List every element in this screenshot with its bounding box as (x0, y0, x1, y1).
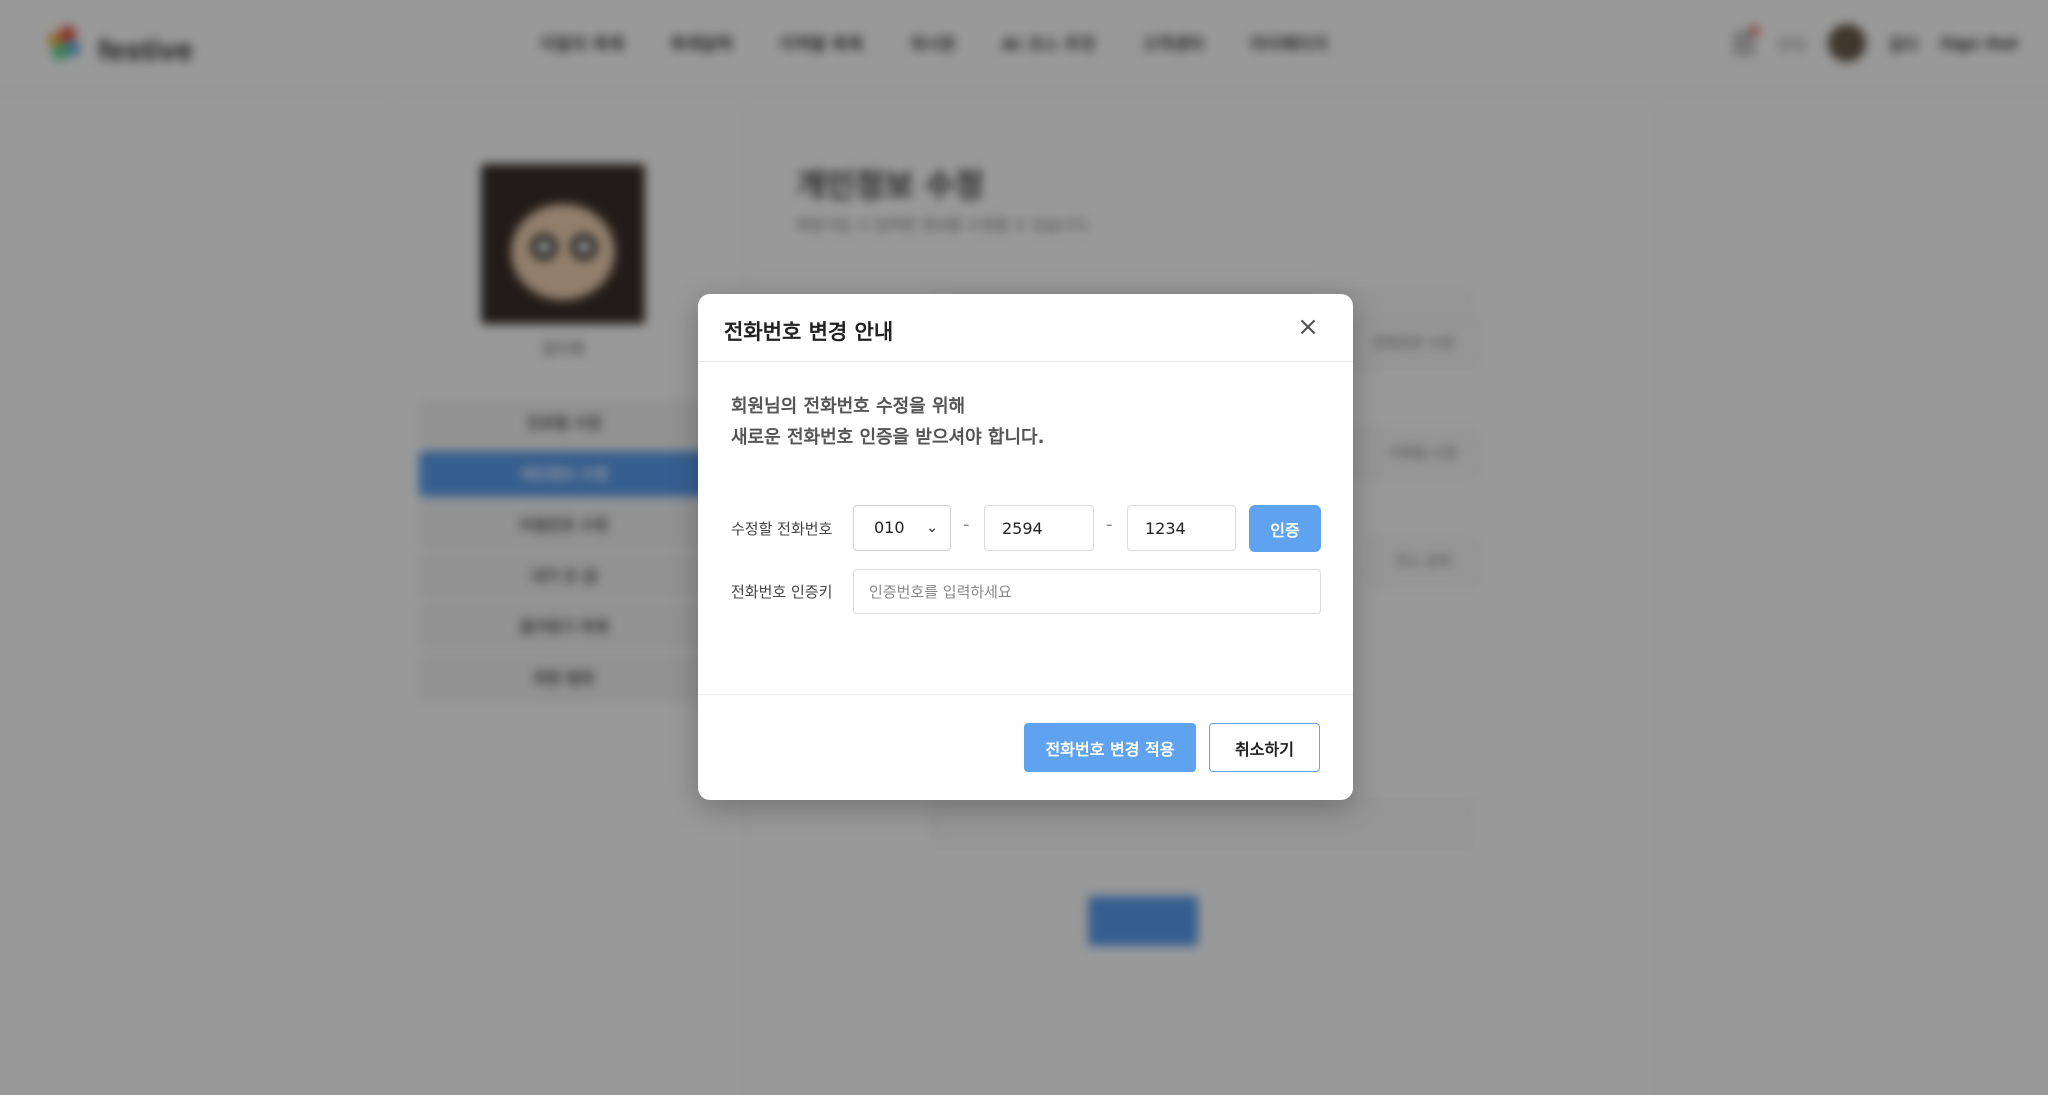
verification-key-label: 전화번호 인증키 (731, 583, 833, 601)
phone-change-modal: 전화번호 변경 안내 × 회원님의 전화번호 수정을 위해 새로운 전화번호 인… (698, 294, 1353, 800)
modal-message-line2: 새로운 전화번호 인증을 받으셔야 합니다. (731, 427, 1045, 448)
phone-prefix-select[interactable]: 010 ⌄ (853, 505, 951, 551)
apply-phone-change-button[interactable]: 전화번호 변경 적용 (1024, 723, 1196, 772)
phone-last-input[interactable] (1127, 505, 1236, 551)
verification-key-input[interactable] (853, 569, 1321, 614)
modal-message-line1: 회원님의 전화번호 수정을 위해 (731, 396, 966, 417)
cancel-button[interactable]: 취소하기 (1209, 723, 1320, 772)
verify-button[interactable]: 인증 (1249, 505, 1321, 552)
phone-middle-input[interactable] (984, 505, 1094, 551)
chevron-down-icon: ⌄ (926, 520, 938, 536)
phone-separator: - (1106, 514, 1113, 535)
phone-separator: - (963, 514, 970, 535)
close-icon[interactable]: × (1293, 312, 1323, 342)
modal-title: 전화번호 변경 안내 (724, 320, 894, 344)
modal-footer: 전화번호 변경 적용 취소하기 (698, 695, 1353, 799)
modal-header: 전화번호 변경 안내 × (698, 294, 1353, 362)
phone-label: 수정할 전화번호 (731, 520, 833, 538)
modal-body: 회원님의 전화번호 수정을 위해 새로운 전화번호 인증을 받으셔야 합니다. … (698, 362, 1353, 695)
phone-prefix-value: 010 (874, 518, 905, 537)
